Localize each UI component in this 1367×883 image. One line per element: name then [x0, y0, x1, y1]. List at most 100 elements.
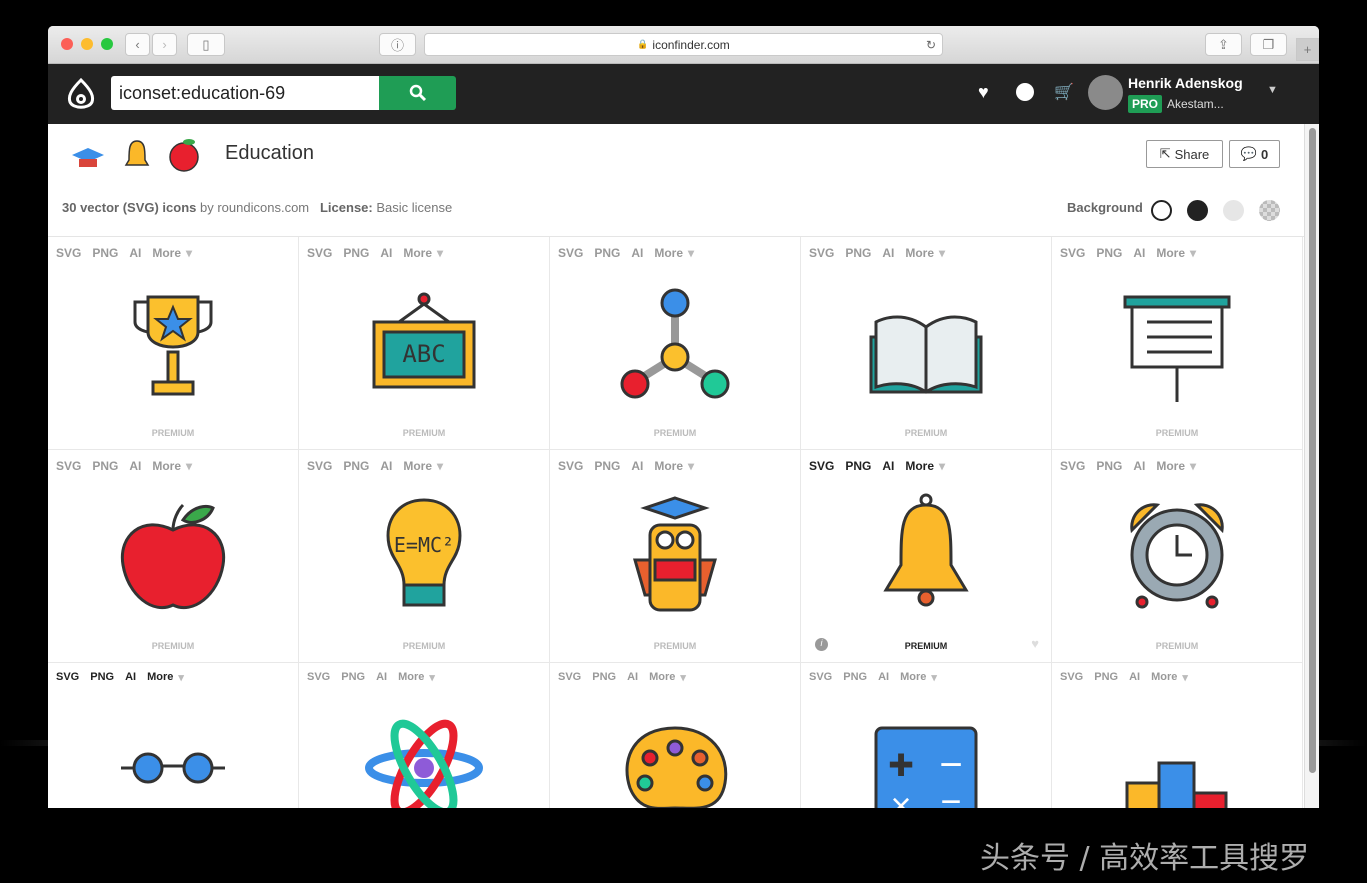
chevron-down-icon[interactable]: ▾ — [1190, 459, 1196, 473]
format-ai-link[interactable]: AI — [1133, 459, 1145, 473]
format-more-link[interactable]: More — [1156, 459, 1185, 473]
format-svg-link[interactable]: SVG — [1060, 671, 1083, 684]
format-more-link[interactable]: More — [1156, 246, 1185, 260]
format-ai-link[interactable]: AI — [1133, 246, 1145, 260]
format-svg-link[interactable]: SVG — [809, 246, 834, 260]
format-ai-link[interactable]: AI — [380, 459, 392, 473]
icon-card-podium[interactable]: SVG PNG AI More ▾ — [1052, 663, 1303, 808]
owl-graduate-icon[interactable] — [615, 490, 735, 620]
format-png-link[interactable]: PNG — [343, 246, 369, 260]
format-more-link[interactable]: More — [152, 246, 181, 260]
icon-card-apple[interactable]: SVG PNG AI More ▾ PREMIUM — [48, 450, 299, 663]
password-icon[interactable]: ⓘ — [379, 33, 416, 56]
new-tab-button[interactable]: + — [1296, 38, 1319, 61]
icon-card-open-book[interactable]: SVG PNG AI More ▾ PREMIUM — [801, 237, 1052, 450]
chevron-down-icon[interactable]: ▾ — [680, 671, 686, 684]
lightbulb-emc2-icon[interactable]: E=MC² — [364, 490, 484, 620]
format-svg-link[interactable]: SVG — [307, 671, 330, 684]
format-ai-link[interactable]: AI — [878, 671, 889, 684]
apple-icon[interactable] — [113, 490, 233, 620]
icon-card-presentation-board[interactable]: SVG PNG AI More ▾ PREMIUM — [1052, 237, 1303, 450]
close-button[interactable] — [61, 38, 73, 50]
back-button[interactable]: ‹ — [125, 33, 150, 56]
chevron-down-icon[interactable]: ▾ — [186, 459, 192, 473]
format-svg-link[interactable]: SVG — [56, 671, 79, 684]
chevron-down-icon[interactable]: ▾ — [939, 246, 945, 260]
chevron-down-icon[interactable]: ▾ — [1190, 246, 1196, 260]
format-png-link[interactable]: PNG — [594, 459, 620, 473]
format-png-link[interactable]: PNG — [341, 671, 365, 684]
calculator-icon[interactable]: + − × = — [866, 698, 986, 808]
format-svg-link[interactable]: SVG — [307, 246, 332, 260]
tabs-icon[interactable]: ❐ — [1250, 33, 1287, 56]
chevron-down-icon[interactable]: ▾ — [688, 246, 694, 260]
scrollbar-thumb[interactable] — [1309, 128, 1316, 773]
chevron-down-icon[interactable]: ▾ — [1182, 671, 1188, 684]
palette-icon[interactable] — [615, 698, 735, 808]
format-more-link[interactable]: More — [649, 671, 675, 684]
format-svg-link[interactable]: SVG — [1060, 246, 1085, 260]
chalkboard-abc-icon[interactable]: ABC — [364, 277, 484, 407]
format-ai-link[interactable]: AI — [125, 671, 136, 684]
chevron-down-icon[interactable]: ▾ — [186, 246, 192, 260]
format-ai-link[interactable]: AI — [1129, 671, 1140, 684]
format-svg-link[interactable]: SVG — [809, 671, 832, 684]
format-png-link[interactable]: PNG — [594, 246, 620, 260]
format-svg-link[interactable]: SVG — [1060, 459, 1085, 473]
avatar[interactable] — [1088, 75, 1123, 110]
format-svg-link[interactable]: SVG — [307, 459, 332, 473]
icon-card-calculator[interactable]: SVG PNG AI More ▾ + − × = — [801, 663, 1052, 808]
icon-card-chalkboard-abc[interactable]: SVG PNG AI More ▾ ABC PREMIUM — [299, 237, 550, 450]
format-png-link[interactable]: PNG — [843, 671, 867, 684]
search-input[interactable] — [111, 76, 379, 110]
minimize-button[interactable] — [81, 38, 93, 50]
format-more-link[interactable]: More — [1151, 671, 1177, 684]
scrollbar[interactable] — [1304, 124, 1319, 808]
format-png-link[interactable]: PNG — [1096, 246, 1122, 260]
author-link[interactable]: by roundicons.com — [200, 200, 309, 215]
icon-card-molecule[interactable]: SVG PNG AI More ▾ PREMIUM — [550, 237, 801, 450]
open-book-icon[interactable] — [866, 277, 986, 407]
format-more-link[interactable]: More — [905, 246, 934, 260]
chevron-down-icon[interactable]: ▼ — [1267, 84, 1278, 96]
format-png-link[interactable]: PNG — [845, 459, 871, 473]
format-svg-link[interactable]: SVG — [809, 459, 834, 473]
icon-card-bell[interactable]: SVG PNG AI More ▾ PREMIUM i ♥ — [801, 450, 1052, 663]
chevron-down-icon[interactable]: ▾ — [437, 246, 443, 260]
format-png-link[interactable]: PNG — [845, 246, 871, 260]
format-png-link[interactable]: PNG — [92, 459, 118, 473]
trophy-icon[interactable] — [113, 277, 233, 407]
alarm-clock-icon[interactable] — [1117, 490, 1237, 620]
license-link[interactable]: Basic license — [376, 200, 452, 215]
maximize-button[interactable] — [101, 38, 113, 50]
format-ai-link[interactable]: AI — [129, 459, 141, 473]
icon-card-alarm-clock[interactable]: SVG PNG AI More ▾ PREMIUM — [1052, 450, 1303, 663]
chevron-down-icon[interactable]: ▾ — [939, 459, 945, 473]
format-png-link[interactable]: PNG — [592, 671, 616, 684]
molecule-icon[interactable] — [615, 277, 735, 407]
format-svg-link[interactable]: SVG — [558, 459, 583, 473]
forward-button[interactable]: › — [152, 33, 177, 56]
heart-icon[interactable]: ♥ — [1031, 636, 1039, 651]
format-ai-link[interactable]: AI — [129, 246, 141, 260]
iconfinder-logo[interactable] — [66, 78, 96, 110]
format-more-link[interactable]: More — [147, 671, 173, 684]
address-bar[interactable]: 🔒 iconfinder.com ↻ — [424, 33, 943, 56]
format-svg-link[interactable]: SVG — [56, 459, 81, 473]
format-more-link[interactable]: More — [905, 459, 934, 473]
glasses-icon[interactable] — [113, 698, 233, 808]
format-svg-link[interactable]: SVG — [558, 246, 583, 260]
user-name[interactable]: Henrik Adenskog — [1128, 75, 1243, 91]
bell-icon[interactable] — [866, 490, 986, 620]
heart-icon[interactable]: ♥ — [978, 82, 989, 103]
share-icon[interactable]: ⇪ — [1205, 33, 1242, 56]
sidebar-icon[interactable]: ▯ — [187, 33, 225, 56]
format-more-link[interactable]: More — [900, 671, 926, 684]
format-png-link[interactable]: PNG — [343, 459, 369, 473]
format-png-link[interactable]: PNG — [90, 671, 114, 684]
format-ai-link[interactable]: AI — [380, 246, 392, 260]
format-ai-link[interactable]: AI — [882, 459, 894, 473]
background-gray[interactable] — [1223, 200, 1244, 221]
format-more-link[interactable]: More — [403, 246, 432, 260]
search-button[interactable] — [379, 76, 456, 110]
